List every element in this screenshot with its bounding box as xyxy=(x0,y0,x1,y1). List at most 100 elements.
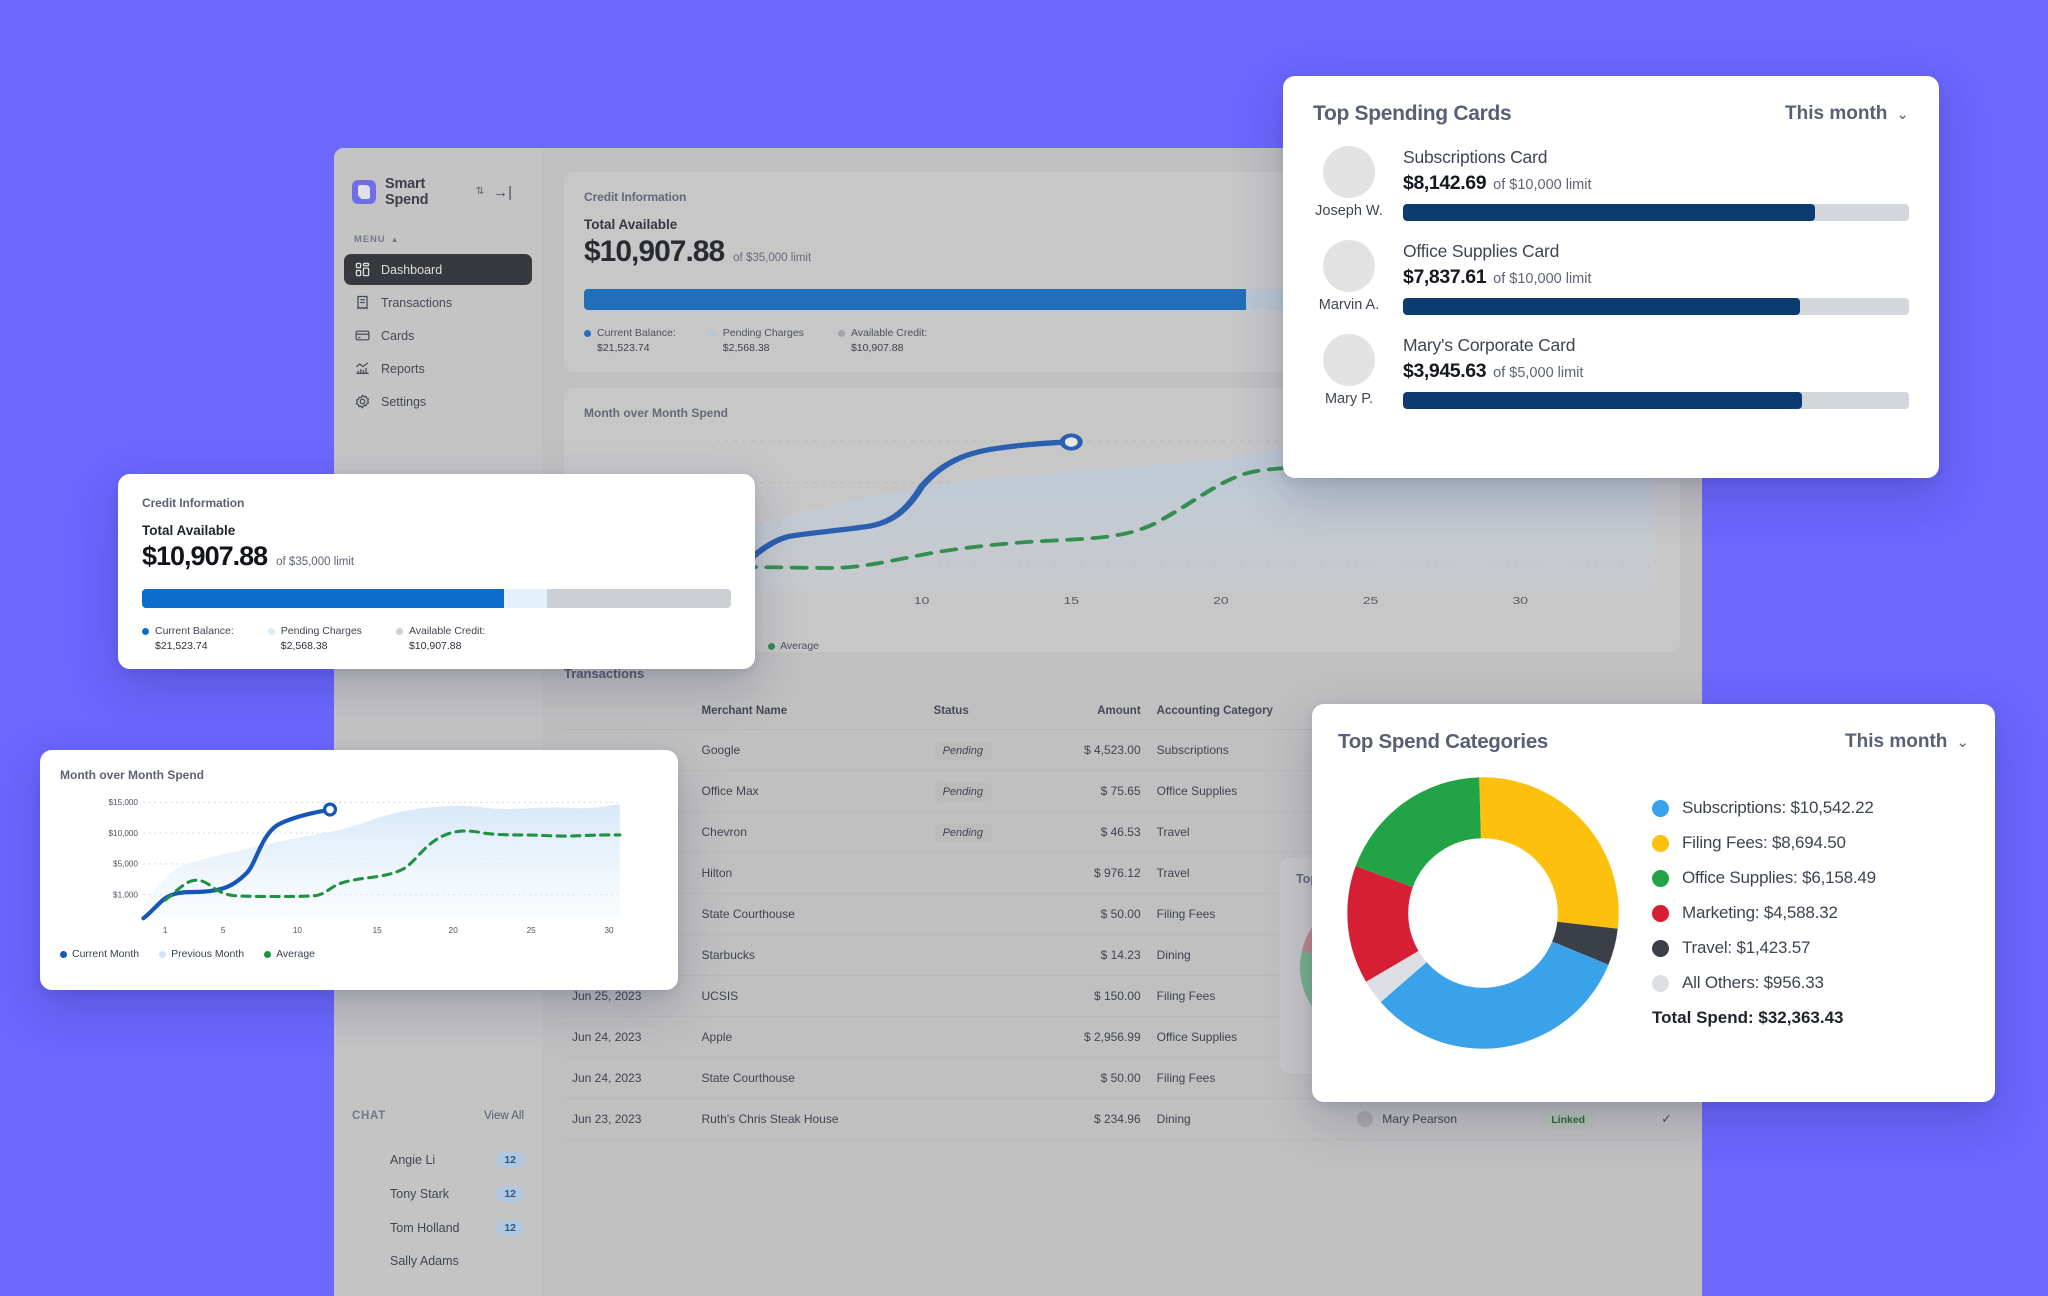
card-progress-bar xyxy=(1403,298,1909,315)
top-cards-title: Top Spending Cards xyxy=(1313,102,1512,125)
chat-contact[interactable]: Angie Li 12 xyxy=(334,1143,542,1177)
table-row[interactable]: Jun 23, 2023 Ruth's Chris Steak House $ 23… xyxy=(564,1098,1680,1140)
cell-linked: Linked xyxy=(1533,1098,1640,1140)
chat-view-all-link[interactable]: View All xyxy=(484,1110,524,1122)
spending-card-row[interactable]: Joseph W. Subscriptions Card $8,142.69 of $… xyxy=(1313,146,1909,221)
ytick-15000: $15,000 xyxy=(109,798,139,807)
xtick-20: 20 xyxy=(449,926,459,935)
card-limit: of $5,000 limit xyxy=(1493,365,1584,381)
ytick-1000: $1,000 xyxy=(113,890,138,899)
credit-legend-item: Pending Charges $2,568.38 xyxy=(267,625,362,652)
chevron-down-icon: ⌄ xyxy=(1896,106,1909,123)
cell-amount: $ 14.23 xyxy=(1038,934,1149,976)
cell-amount: $ 50.00 xyxy=(1038,1057,1149,1099)
cell-status: Pending xyxy=(925,811,1039,853)
categories-filter[interactable]: This month ⌄ xyxy=(1845,731,1969,753)
cell-amount: $ 976.12 xyxy=(1038,852,1149,894)
legend-color-dot xyxy=(1652,799,1669,817)
credit-card-amount: $10,907.88 xyxy=(142,541,268,571)
sidebar-item-settings[interactable]: Settings xyxy=(344,386,532,417)
svg-text:30: 30 xyxy=(1512,595,1528,604)
app-title: Smart Spend xyxy=(385,176,429,208)
credit-legend-item: Available Credit: $10,907.88 xyxy=(837,327,927,354)
cell-merchant: Google xyxy=(693,729,926,771)
card-name: Office Supplies Card xyxy=(1403,241,1560,261)
legend-color-dot xyxy=(1652,834,1669,852)
cell-status xyxy=(925,893,1039,935)
sidebar-item-transactions[interactable]: Transactions xyxy=(344,287,532,318)
ytick-5000: $5,000 xyxy=(113,860,138,869)
card-progress-bar xyxy=(1403,204,1909,221)
sidebar-item-dashboard[interactable]: Dashboard xyxy=(344,254,532,285)
chevron-up-icon: ▲ xyxy=(390,235,400,244)
mom-current-endpoint xyxy=(322,802,338,817)
th-status[interactable]: Status xyxy=(925,693,1039,730)
app-logo-icon xyxy=(352,180,376,204)
owner-name: Mary P. xyxy=(1324,391,1374,407)
cell-merchant: Apple xyxy=(693,1016,926,1058)
cell-date: Jun 24, 2023 xyxy=(564,1057,694,1099)
categories-legend: Subscriptions: $10,542.22 Filing Fees: $8… xyxy=(1646,798,1969,1028)
status-badge: Pending xyxy=(933,824,992,842)
credit-legend-item: Current Balance: $21,523.74 xyxy=(142,625,234,652)
cell-amount: $ 2,956.99 xyxy=(1038,1016,1149,1058)
card-amount: $3,945.63 xyxy=(1403,360,1487,382)
cell-amount: $ 4,523.00 xyxy=(1038,729,1149,771)
sidebar-item-label: Transactions xyxy=(381,295,453,310)
chat-contact-name: Tom Holland xyxy=(390,1221,460,1235)
cell-date: Jun 24, 2023 xyxy=(564,1016,694,1058)
legend-label: All Others: $956.33 xyxy=(1682,973,1824,992)
legend-color-dot xyxy=(1652,869,1669,887)
cell-amount: $ 150.00 xyxy=(1038,975,1149,1017)
cell-status xyxy=(925,852,1039,894)
cell-merchant: UCSIS xyxy=(693,975,926,1017)
credit-legend-item: Pending Charges $2,568.38 xyxy=(709,327,804,354)
chat-contact-name: Tony Stark xyxy=(390,1187,450,1201)
credit-card-progress-bar xyxy=(142,589,731,608)
svg-text:10: 10 xyxy=(914,595,930,604)
status-badge: Pending xyxy=(933,742,992,760)
chat-contact[interactable]: Tom Holland 12 xyxy=(334,1211,542,1245)
card-owner: Mary P. xyxy=(1313,334,1385,407)
month-over-month-card: Month over Month Spend $15,000 $10,000 $… xyxy=(40,750,678,990)
dashboard-icon xyxy=(355,262,370,277)
check-icon[interactable]: ✓ xyxy=(1661,1111,1672,1126)
cell-status xyxy=(925,1016,1039,1058)
spending-card-row[interactable]: Mary P. Mary's Corporate Card $3,945.63 of … xyxy=(1313,334,1909,409)
credit-limit: of $35,000 limit xyxy=(733,252,812,264)
cell-status xyxy=(925,975,1039,1017)
chat-contact[interactable]: Sally Adams xyxy=(334,1245,542,1277)
cell-date: Jun 23, 2023 xyxy=(564,1098,694,1140)
donut-chart-wrapper xyxy=(1338,774,1628,1052)
brand-switcher[interactable]: Smart Spend ⇅ →| xyxy=(334,168,542,208)
svg-text:20: 20 xyxy=(1213,595,1229,604)
cell-status: Pending xyxy=(925,770,1039,812)
spending-card-row[interactable]: Marvin A. Office Supplies Card $7,837.61 of… xyxy=(1313,240,1909,315)
sidebar: Smart Spend ⇅ →| MENU ▲ Dashboard Transa… xyxy=(334,148,542,1296)
cell-merchant: State Courthouse xyxy=(693,893,926,935)
chat-list: Angie Li 12 Tony Stark 12 Tom Holland 12… xyxy=(334,1143,542,1277)
cell-holder: Mary Pearson xyxy=(1349,1098,1534,1140)
sidebar-item-reports[interactable]: Reports xyxy=(344,353,532,384)
th-merchant[interactable]: Merchant Name xyxy=(693,693,926,730)
chat-contact-name: Sally Adams xyxy=(390,1254,459,1268)
cell-merchant: Ruth's Chris Steak House xyxy=(693,1098,926,1140)
mom-line-chart: $15,000 $10,000 $5,000 $1,000 15 10 15 20… xyxy=(109,798,622,935)
credit-amount: $10,907.88 xyxy=(584,235,725,268)
th-amount[interactable]: Amount xyxy=(1038,693,1149,730)
chat-contact[interactable]: Tony Stark 12 xyxy=(334,1177,542,1211)
sidebar-item-cards[interactable]: Cards xyxy=(344,320,532,351)
chevron-down-icon: ⌄ xyxy=(1956,734,1969,751)
cell-amount: $ 46.53 xyxy=(1038,811,1149,853)
collapse-sidebar-icon[interactable]: →| xyxy=(493,184,512,201)
status-badge: Pending xyxy=(933,783,992,801)
menu-section-label[interactable]: MENU ▲ xyxy=(334,208,542,252)
gear-icon xyxy=(355,394,370,409)
card-amount: $7,837.61 xyxy=(1403,266,1487,288)
cell-check[interactable]: ✓ xyxy=(1639,1098,1680,1140)
top-cards-filter[interactable]: This month ⌄ xyxy=(1785,103,1909,125)
chevron-updown-icon[interactable]: ⇅ xyxy=(476,187,484,197)
owner-name: Marvin A. xyxy=(1318,297,1380,313)
cell-status xyxy=(925,1057,1039,1099)
credit-card-limit: of $35,000 limit xyxy=(276,556,355,568)
